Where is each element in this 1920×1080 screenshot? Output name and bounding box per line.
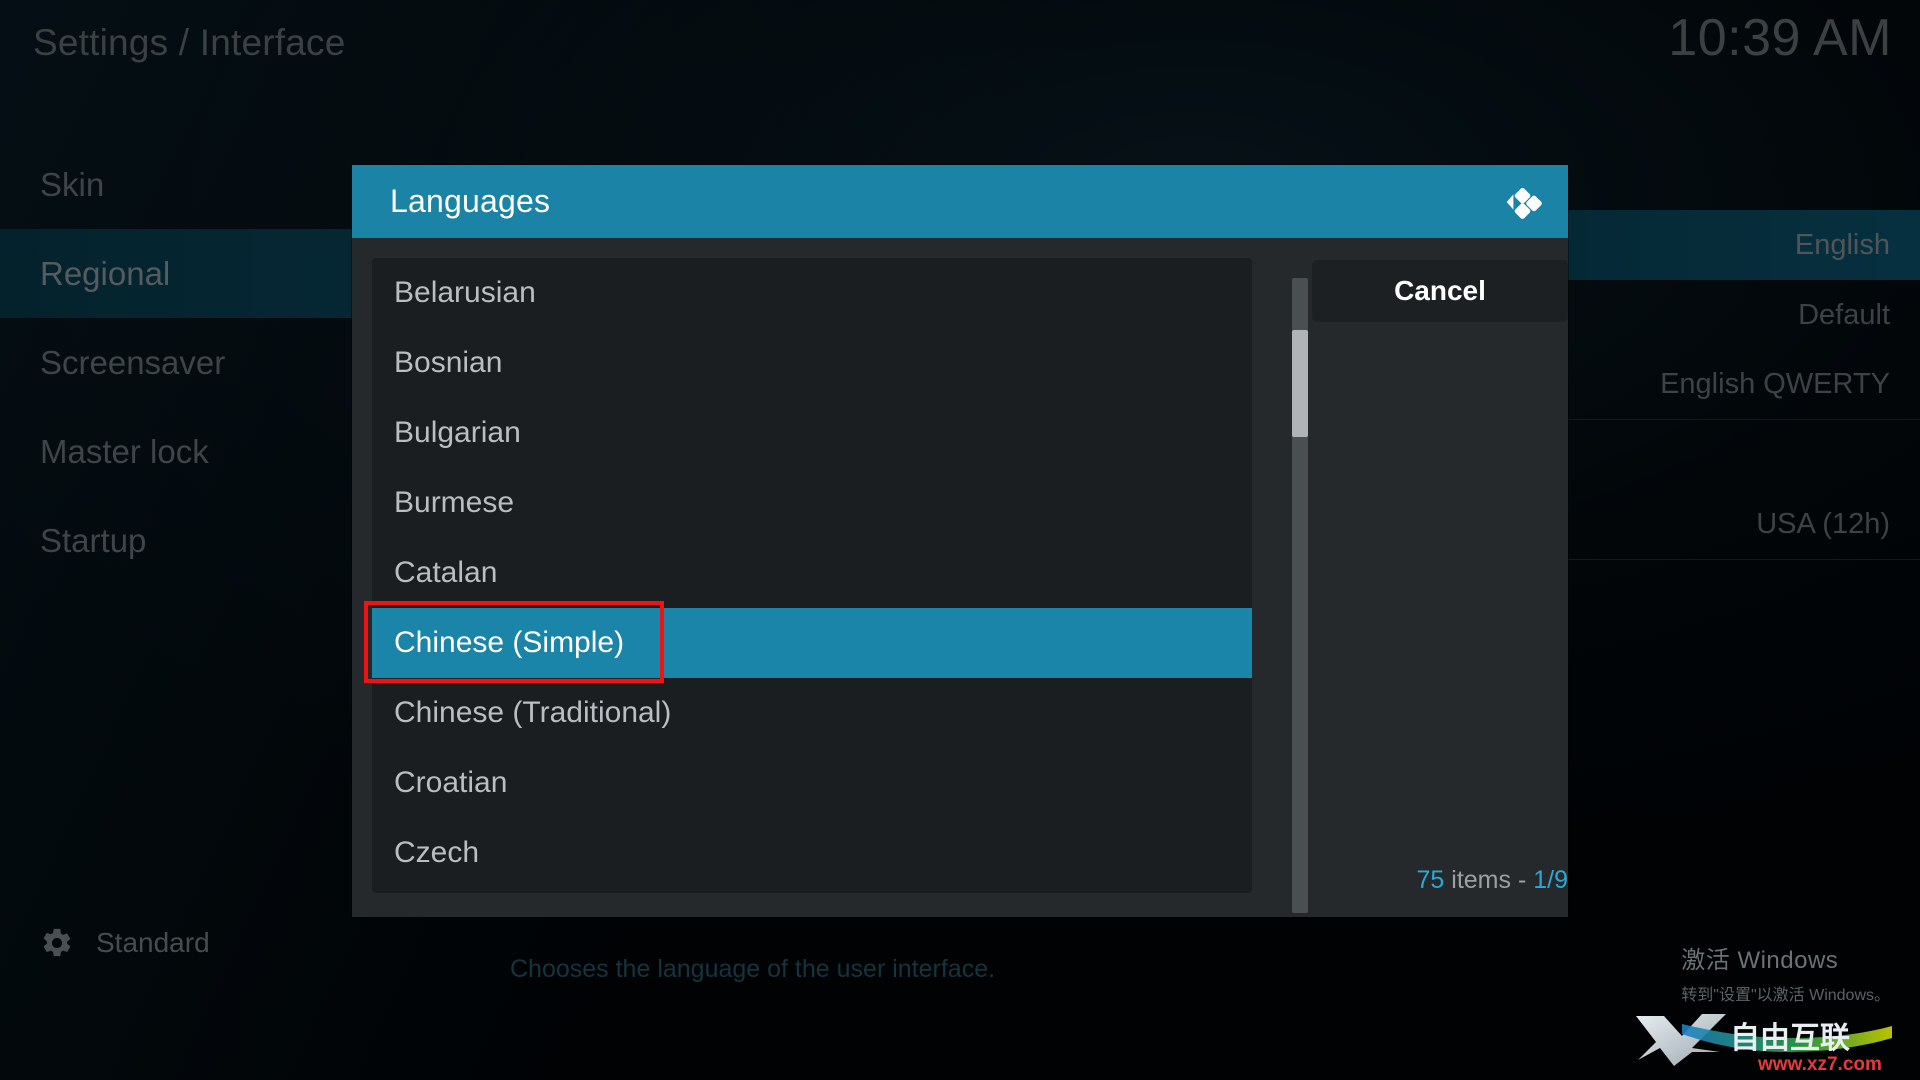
- list-item[interactable]: Czech: [372, 818, 1252, 888]
- setting-value-label: Default: [1798, 298, 1890, 331]
- setting-value-label: English QWERTY: [1660, 368, 1890, 400]
- list-item[interactable]: Catalan: [372, 538, 1252, 608]
- list-item[interactable]: Bosnian: [372, 328, 1252, 398]
- scrollbar-thumb[interactable]: [1292, 330, 1308, 437]
- settings-level-label: Standard: [96, 927, 210, 958]
- language-list[interactable]: Belarusian Bosnian Bulgarian Burmese Cat…: [372, 258, 1252, 893]
- list-item-label: Bulgarian: [394, 416, 521, 449]
- cancel-button[interactable]: Cancel: [1312, 260, 1568, 322]
- windows-activation-subtitle: 转到"设置"以激活 Windows。: [1681, 987, 1890, 1004]
- setting-value-label: English: [1794, 228, 1890, 261]
- sidebar-item-label: Master lock: [40, 432, 209, 470]
- list-item-label: Bosnian: [394, 346, 503, 379]
- languages-dialog: Languages Belarusian Bosnian Bulgarian B…: [352, 165, 1568, 917]
- cancel-button-label: Cancel: [1394, 275, 1486, 306]
- dialog-header: Languages: [352, 165, 1568, 238]
- item-count-middle: items -: [1444, 866, 1534, 894]
- dialog-body: Belarusian Bosnian Bulgarian Burmese Cat…: [352, 238, 1568, 917]
- list-item[interactable]: Bulgarian: [372, 398, 1252, 468]
- language-list-wrap: Belarusian Bosnian Bulgarian Burmese Cat…: [372, 258, 1308, 917]
- clock: 10:39 AM: [1668, 9, 1892, 67]
- list-item-label: Chinese (Traditional): [394, 696, 672, 729]
- site-watermark: 自由互联 www.xz7.com: [1630, 1008, 1900, 1074]
- list-item-label: Croatian: [394, 766, 508, 799]
- list-item-label: Chinese (Simple): [394, 626, 625, 659]
- setting-value-label: USA (12h): [1756, 508, 1890, 540]
- settings-level-selector[interactable]: Standard: [0, 926, 470, 960]
- sidebar-item-label: Skin: [40, 165, 105, 203]
- svg-text:自由互联: 自由互联: [1730, 1021, 1850, 1056]
- list-item-label: Belarusian: [394, 276, 536, 309]
- item-count-total: 75: [1416, 866, 1445, 894]
- windows-activation-watermark: 激活 Windows 转到"设置"以激活 Windows。: [1681, 940, 1890, 1005]
- kodi-logo-icon: [1500, 179, 1546, 225]
- page-title: Settings / Interface: [33, 22, 346, 63]
- dialog-side-panel: Cancel 75 items - 1/9: [1312, 238, 1568, 917]
- list-item-selected[interactable]: Chinese (Simple): [372, 608, 1252, 678]
- sidebar-item-label: Screensaver: [40, 343, 226, 381]
- dialog-title: Languages: [390, 183, 551, 219]
- item-count-page: 1/9: [1533, 866, 1568, 894]
- item-count: 75 items - 1/9: [1417, 866, 1568, 895]
- list-item-label: Burmese: [394, 486, 515, 519]
- list-item[interactable]: Chinese (Traditional): [372, 678, 1252, 748]
- svg-text:www.xz7.com: www.xz7.com: [1757, 1054, 1882, 1074]
- list-item-label: Catalan: [394, 556, 498, 589]
- sidebar-item-label: Regional: [40, 254, 171, 292]
- list-item[interactable]: Belarusian: [372, 258, 1252, 328]
- list-item-label: Czech: [394, 836, 480, 869]
- windows-activation-title: 激活 Windows: [1681, 947, 1839, 974]
- list-scrollbar[interactable]: [1292, 278, 1308, 913]
- gear-icon: [40, 926, 74, 960]
- setting-description: Chooses the language of the user interfa…: [510, 955, 996, 983]
- sidebar-item-label: Startup: [40, 521, 147, 559]
- list-item[interactable]: Croatian: [372, 748, 1252, 818]
- list-item[interactable]: Burmese: [372, 468, 1252, 538]
